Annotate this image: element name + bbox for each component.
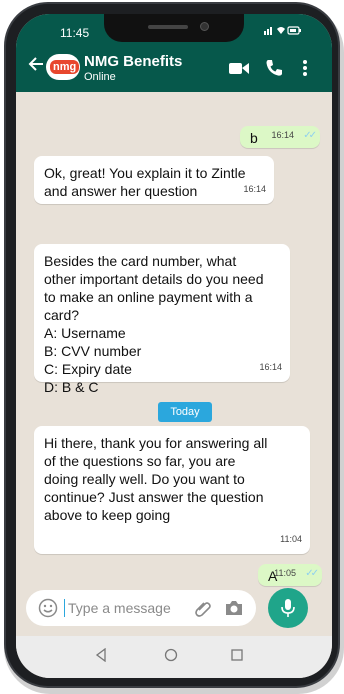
avatar[interactable]: nmg	[46, 54, 80, 80]
message-time: 11:04	[280, 534, 302, 544]
message-time: 16:14	[271, 130, 294, 140]
front-camera	[200, 22, 209, 31]
nav-home-icon[interactable]	[164, 648, 178, 667]
message-text: Ok, great! You explain it to Zintle and …	[44, 165, 246, 199]
status-time: 11:45	[60, 26, 90, 40]
nav-back-icon[interactable]	[94, 647, 108, 667]
message-incoming[interactable]: Hi there, thank you for answering all of…	[34, 426, 310, 554]
mic-button[interactable]	[268, 588, 308, 628]
message-text: b	[250, 130, 258, 146]
paperclip-icon[interactable]	[194, 599, 212, 622]
message-input[interactable]	[68, 598, 184, 618]
message-incoming[interactable]: Ok, great! You explain it to Zintle and …	[34, 156, 274, 204]
phone-screen: 11:45 nmg NMG Benefits Online b 16:14 ✓✓…	[16, 14, 332, 678]
read-ticks-icon: ✓✓	[303, 130, 317, 141]
text-cursor	[64, 599, 65, 617]
microphone-icon	[281, 599, 295, 617]
read-ticks-icon: ✓✓	[305, 568, 319, 579]
message-time: 16:14	[243, 184, 266, 194]
date-divider: Today	[158, 402, 212, 422]
video-camera-icon[interactable]	[228, 58, 250, 78]
message-outgoing[interactable]: b 16:14 ✓✓	[240, 126, 320, 148]
more-vertical-icon[interactable]	[302, 58, 308, 78]
message-incoming[interactable]: Besides the card number, what other impo…	[34, 244, 290, 395]
phone-icon[interactable]	[264, 58, 284, 78]
nav-recents-icon[interactable]	[230, 648, 244, 667]
camera-icon[interactable]	[224, 599, 244, 622]
message-text: Hi there, thank you for answering all of…	[44, 435, 268, 523]
back-arrow-icon[interactable]	[28, 56, 44, 76]
speaker-grille	[148, 25, 188, 29]
chat-area[interactable]: b 16:14 ✓✓ Ok, great! You explain it to …	[16, 92, 332, 616]
chat-header: nmg NMG Benefits Online	[16, 44, 332, 92]
message-text: Besides the card number, what other impo…	[44, 253, 264, 395]
message-composer	[26, 590, 256, 626]
emoji-icon[interactable]	[38, 598, 58, 623]
message-time: 16:14	[259, 362, 282, 372]
contact-status: Online	[84, 71, 116, 83]
android-nav-bar	[16, 636, 332, 678]
signal-wifi-battery-icon	[264, 26, 301, 35]
status-icons	[264, 25, 302, 38]
avatar-logo: nmg	[50, 60, 80, 74]
phone-notch	[104, 14, 244, 42]
contact-name[interactable]: NMG Benefits	[84, 53, 182, 70]
message-time: 11:05	[274, 568, 296, 578]
message-outgoing[interactable]: A 11:05 ✓✓	[258, 564, 322, 586]
